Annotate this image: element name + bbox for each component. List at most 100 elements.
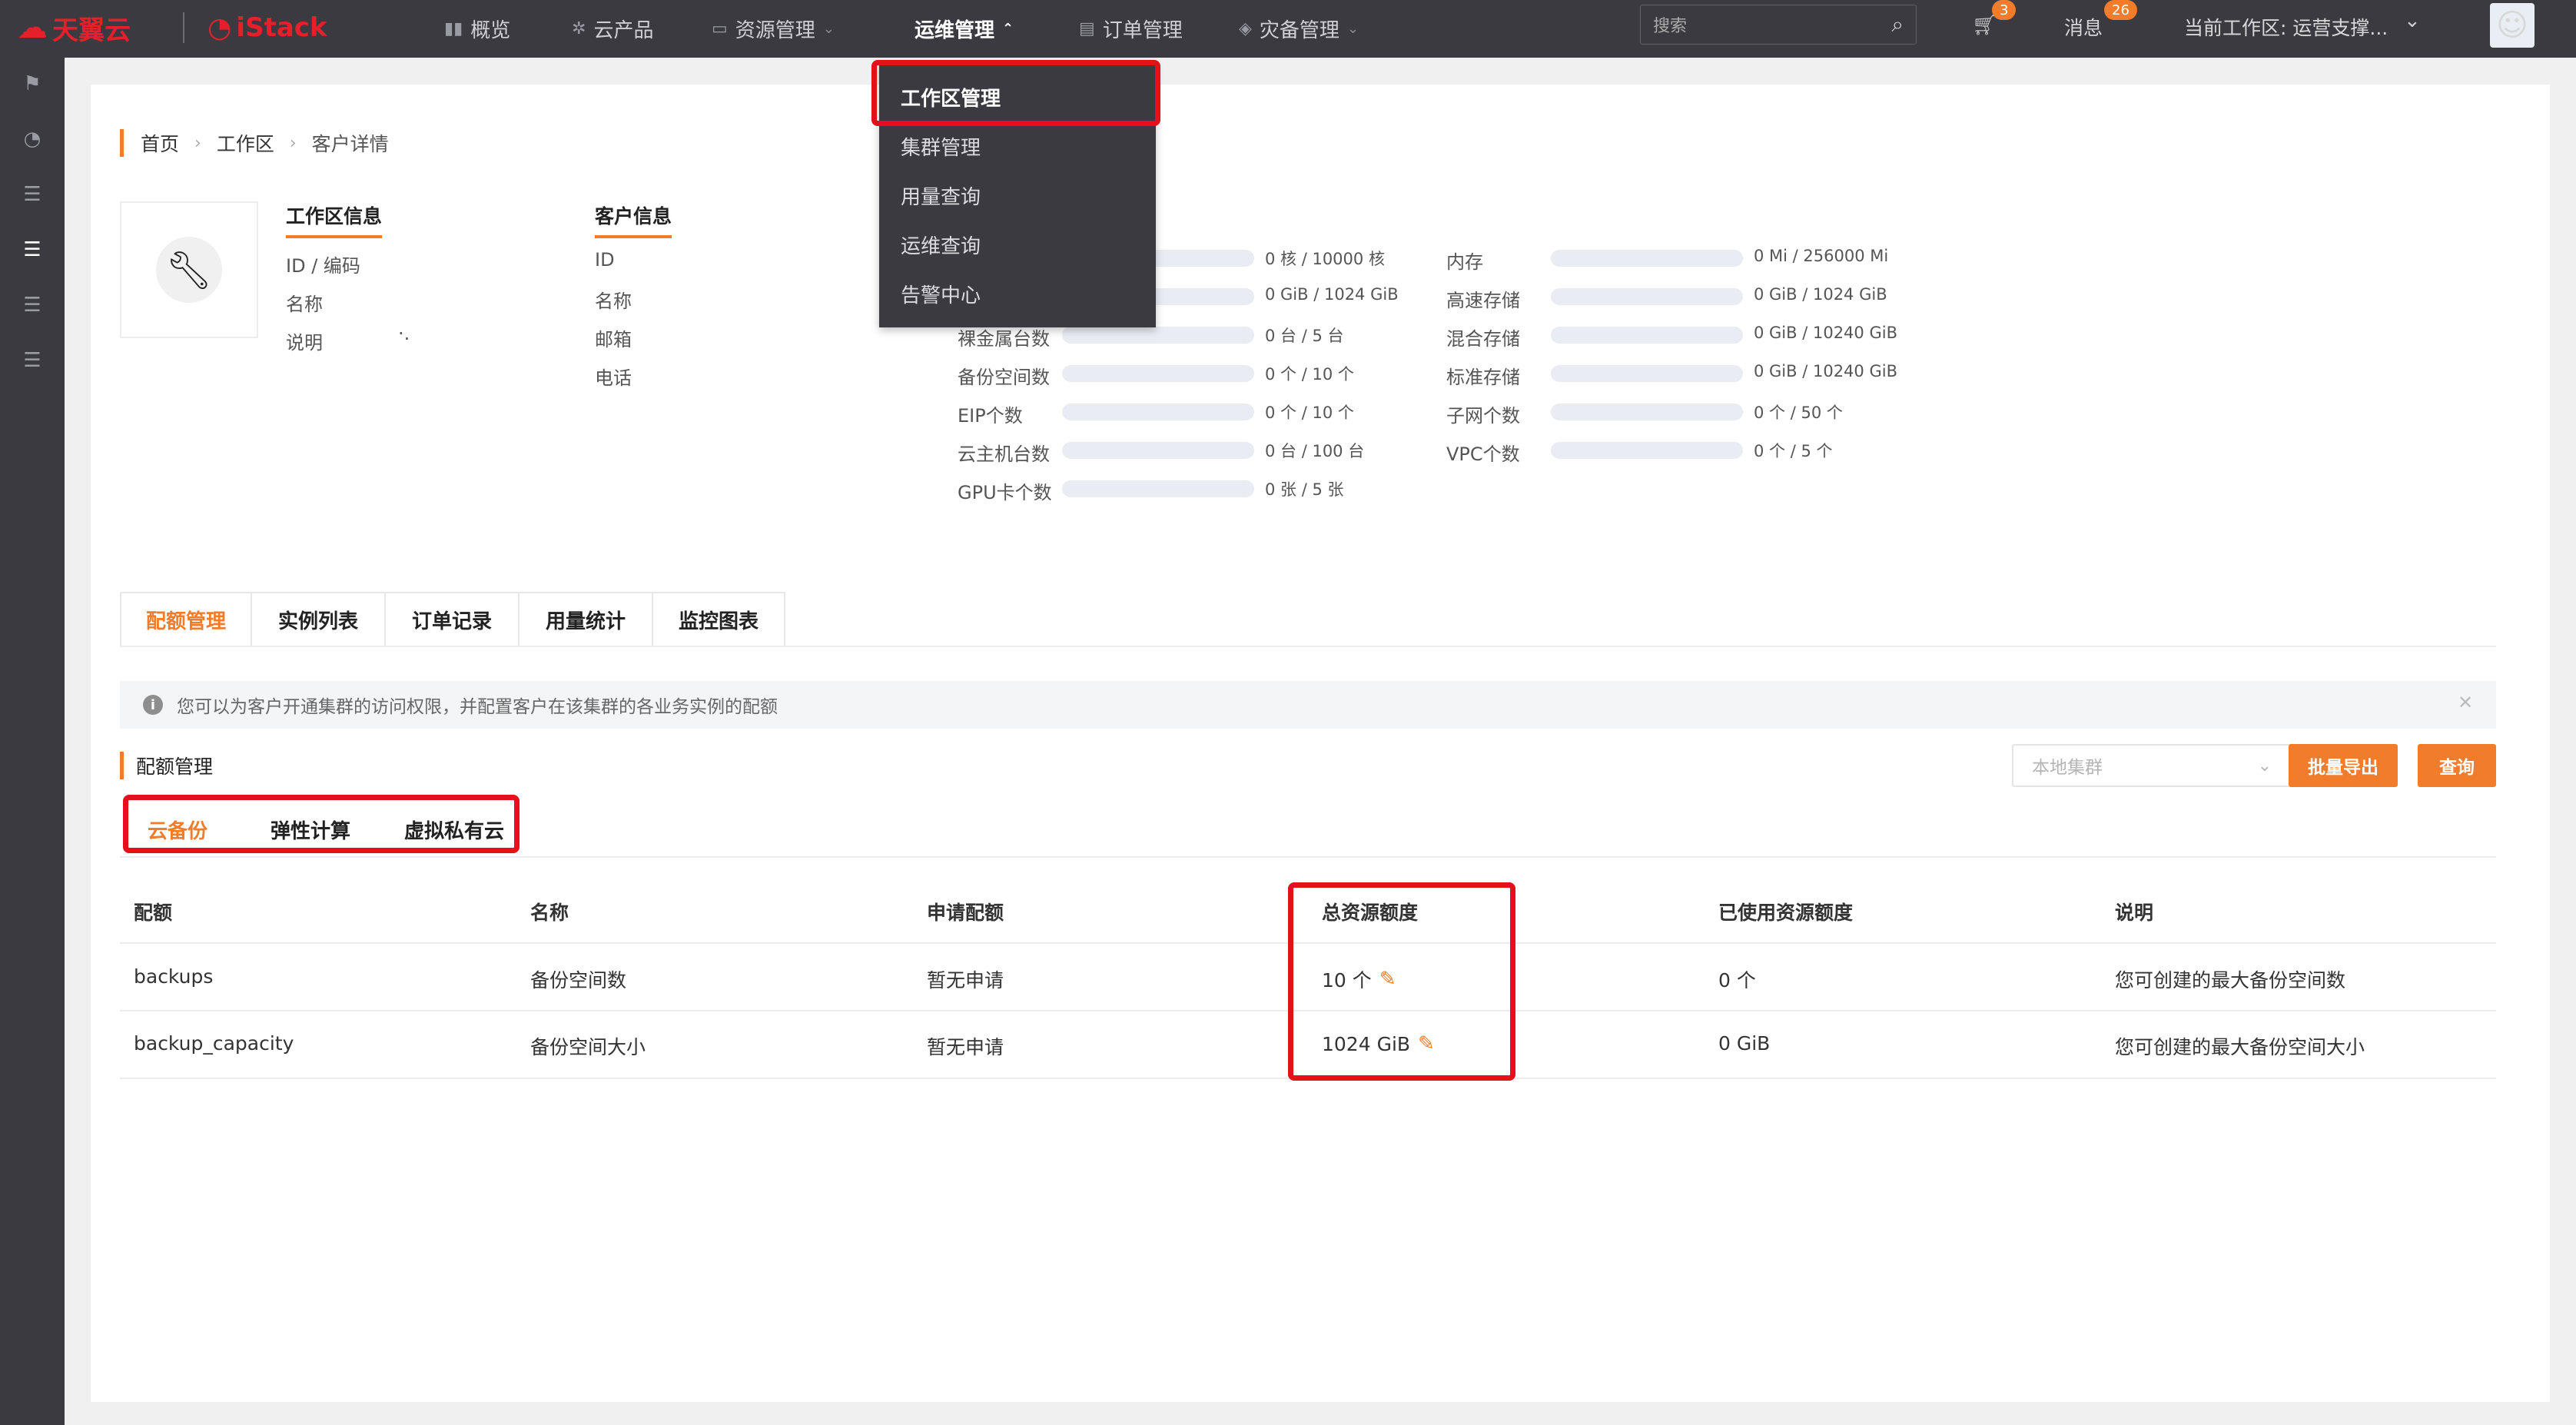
nav-cloud-products-label: 云产品	[593, 19, 654, 42]
quota-right-progress-bar	[1551, 442, 1743, 459]
brand-logo[interactable]: ☁ 天翼云	[17, 9, 131, 46]
workspace-desc-value: ·.	[398, 323, 410, 344]
breadcrumb-separator: ›	[289, 133, 297, 153]
cell-quota: backup_capacity	[134, 1032, 294, 1055]
database-icon[interactable]: ☰	[17, 290, 48, 321]
cell-requested: 暂无申请	[927, 969, 1004, 992]
messages-link[interactable]: 消息	[2064, 13, 2103, 41]
quota-right-value: 0 GiB / 10240 GiB	[1754, 324, 1897, 342]
tab-instance-list[interactable]: 实例列表	[252, 593, 386, 646]
quota-left-value: 0 台 / 100 台	[1265, 442, 1365, 460]
istack-logo[interactable]: ◔ iStack	[207, 9, 327, 46]
nav-ops-management[interactable]: 运维管理 ⌃	[915, 0, 1014, 58]
quota-left-label: EIP个数	[958, 405, 1023, 427]
search-input[interactable]: 搜索 ⌕	[1640, 5, 1917, 45]
cell-desc: 您可创建的最大备份空间数	[2115, 969, 2346, 992]
search-icon[interactable]: ⌕	[1891, 12, 1904, 38]
cell-quota: backups	[134, 965, 214, 988]
query-button[interactable]: 查询	[2418, 744, 2496, 787]
quota-left-progress-bar	[1062, 365, 1254, 382]
menu-item-cluster-management[interactable]: 集群管理	[901, 132, 981, 161]
chevron-down-icon: ⌄	[1346, 21, 1359, 37]
col-header-quota: 配额	[134, 902, 173, 924]
col-header-used: 已使用资源额度	[1718, 902, 1854, 924]
close-icon[interactable]: ✕	[2458, 692, 2473, 713]
database-icon[interactable]: ☰	[17, 345, 48, 376]
menu-item-alert-center[interactable]: 告警中心	[901, 280, 981, 308]
nav-overview[interactable]: ▮▮ 概览	[444, 0, 510, 58]
workspace-info-title: 工作区信息	[286, 201, 383, 238]
quota-left-label: 备份空间数	[958, 367, 1050, 388]
quota-right-progress-bar	[1551, 288, 1743, 305]
alert-text: 您可以为客户开通集群的访问权限，并配置客户在该集群的各业务实例的配额	[177, 697, 778, 717]
col-header-requested: 申请配额	[927, 902, 1004, 924]
quota-section-title: 配额管理	[120, 752, 213, 779]
quota-left-label: GPU卡个数	[958, 482, 1052, 503]
nav-order-label: 订单管理	[1102, 19, 1183, 42]
quota-right-value: 0 个 / 50 个	[1754, 404, 1843, 422]
menu-item-ops-query[interactable]: 运维查询	[901, 231, 981, 259]
database-icon[interactable]: ☰	[17, 179, 48, 210]
menu-item-usage-query[interactable]: 用量查询	[901, 181, 981, 210]
breadcrumb-current: 客户详情	[311, 133, 389, 155]
breadcrumb-separator: ›	[194, 133, 201, 153]
workspace-id-label: ID / 编码	[286, 255, 360, 277]
quota-left-value: 0 张 / 5 张	[1265, 480, 1344, 499]
nav-disaster-recovery[interactable]: ◈ 灾备管理 ⌄	[1239, 0, 1359, 58]
customer-name-label: 名称	[595, 291, 632, 312]
dashboard-icon[interactable]: ◔	[17, 124, 48, 154]
quota-left-progress-bar	[1062, 442, 1254, 459]
workspace-switcher[interactable]: 当前工作区: 运营支撑...	[2184, 13, 2388, 41]
wrench-icon: 🔧︎	[156, 237, 222, 303]
quota-left-value: 0 个 / 10 个	[1265, 365, 1354, 384]
cell-desc: 您可创建的最大备份空间大小	[2115, 1036, 2365, 1058]
customer-id-label: ID	[595, 249, 615, 271]
quota-left-value: 0 核 / 10000 核	[1265, 250, 1385, 268]
chevron-down-icon: ⌄	[822, 21, 835, 37]
cell-used: 0 个	[1718, 969, 1756, 992]
cluster-select-placeholder: 本地集群	[2032, 758, 2103, 778]
customer-info-title: 客户信息	[595, 201, 672, 238]
quota-section-title-text: 配额管理	[136, 756, 214, 778]
workspace-name-label: 名称	[286, 294, 323, 315]
quota-right-progress-bar	[1551, 365, 1743, 382]
tab-quota-management[interactable]: 配额管理	[121, 593, 252, 646]
batch-export-button[interactable]: 批量导出	[2289, 744, 2398, 787]
logo-divider	[183, 12, 184, 43]
search-placeholder: 搜索	[1653, 17, 1688, 36]
info-alert: i 您可以为客户开通集群的访问权限，并配置客户在该集群的各业务实例的配额	[120, 681, 2496, 729]
user-avatar[interactable]: ☺	[2490, 3, 2535, 48]
top-navbar: ☁ 天翼云 ◔ iStack ▮▮ 概览 ✲ 云产品 ▭ 资源管理 ⌄ 运维管理 ⌃ ▤ 订单管…	[0, 0, 2576, 58]
flag-icon[interactable]: ⚑	[17, 68, 48, 99]
nav-cloud-products[interactable]: ✲ 云产品	[572, 0, 653, 58]
database-active-icon[interactable]: ☰	[17, 234, 48, 265]
quota-left-value: 0 个 / 10 个	[1265, 404, 1354, 422]
breadcrumb-home[interactable]: 首页	[141, 129, 179, 157]
cell-name: 备份空间数	[530, 969, 627, 992]
cart-icon[interactable]: 🛒︎	[1972, 14, 1997, 37]
customer-phone-label: 电话	[595, 367, 632, 389]
breadcrumb: 首页 › 工作区 › 客户详情	[120, 129, 389, 157]
chevron-down-icon[interactable]: ⌄	[2404, 9, 2421, 32]
quota-left-progress-bar	[1062, 404, 1254, 420]
nav-overview-label: 概览	[470, 19, 511, 42]
cell-used: 0 GiB	[1718, 1032, 1771, 1055]
bar-chart-icon: ▮▮	[444, 19, 463, 38]
nav-order-management[interactable]: ▤ 订单管理	[1079, 0, 1183, 58]
tab-order-records[interactable]: 订单记录	[386, 593, 520, 646]
cluster-select[interactable]: 本地集群 ⌄	[2012, 744, 2292, 787]
quota-right-progress-bar	[1551, 404, 1743, 420]
tab-usage-stats[interactable]: 用量统计	[520, 593, 653, 646]
col-header-desc: 说明	[2115, 902, 2154, 924]
quota-left-progress-bar	[1062, 327, 1254, 344]
detail-tabs: 配额管理 实例列表 订单记录 用量统计 监控图表	[120, 592, 785, 646]
workspace-avatar: 🔧︎	[120, 201, 258, 338]
quota-right-progress-bar	[1551, 327, 1743, 344]
gear-icon: ✲	[572, 19, 586, 38]
nav-resource-management[interactable]: ▭ 资源管理 ⌄	[712, 0, 835, 58]
cloud-logo-icon: ☁	[17, 10, 48, 45]
quota-right-label: VPC个数	[1446, 443, 1520, 465]
breadcrumb-workspace[interactable]: 工作区	[217, 129, 274, 157]
tabs-divider	[120, 646, 2496, 647]
tab-monitor-charts[interactable]: 监控图表	[653, 593, 784, 646]
